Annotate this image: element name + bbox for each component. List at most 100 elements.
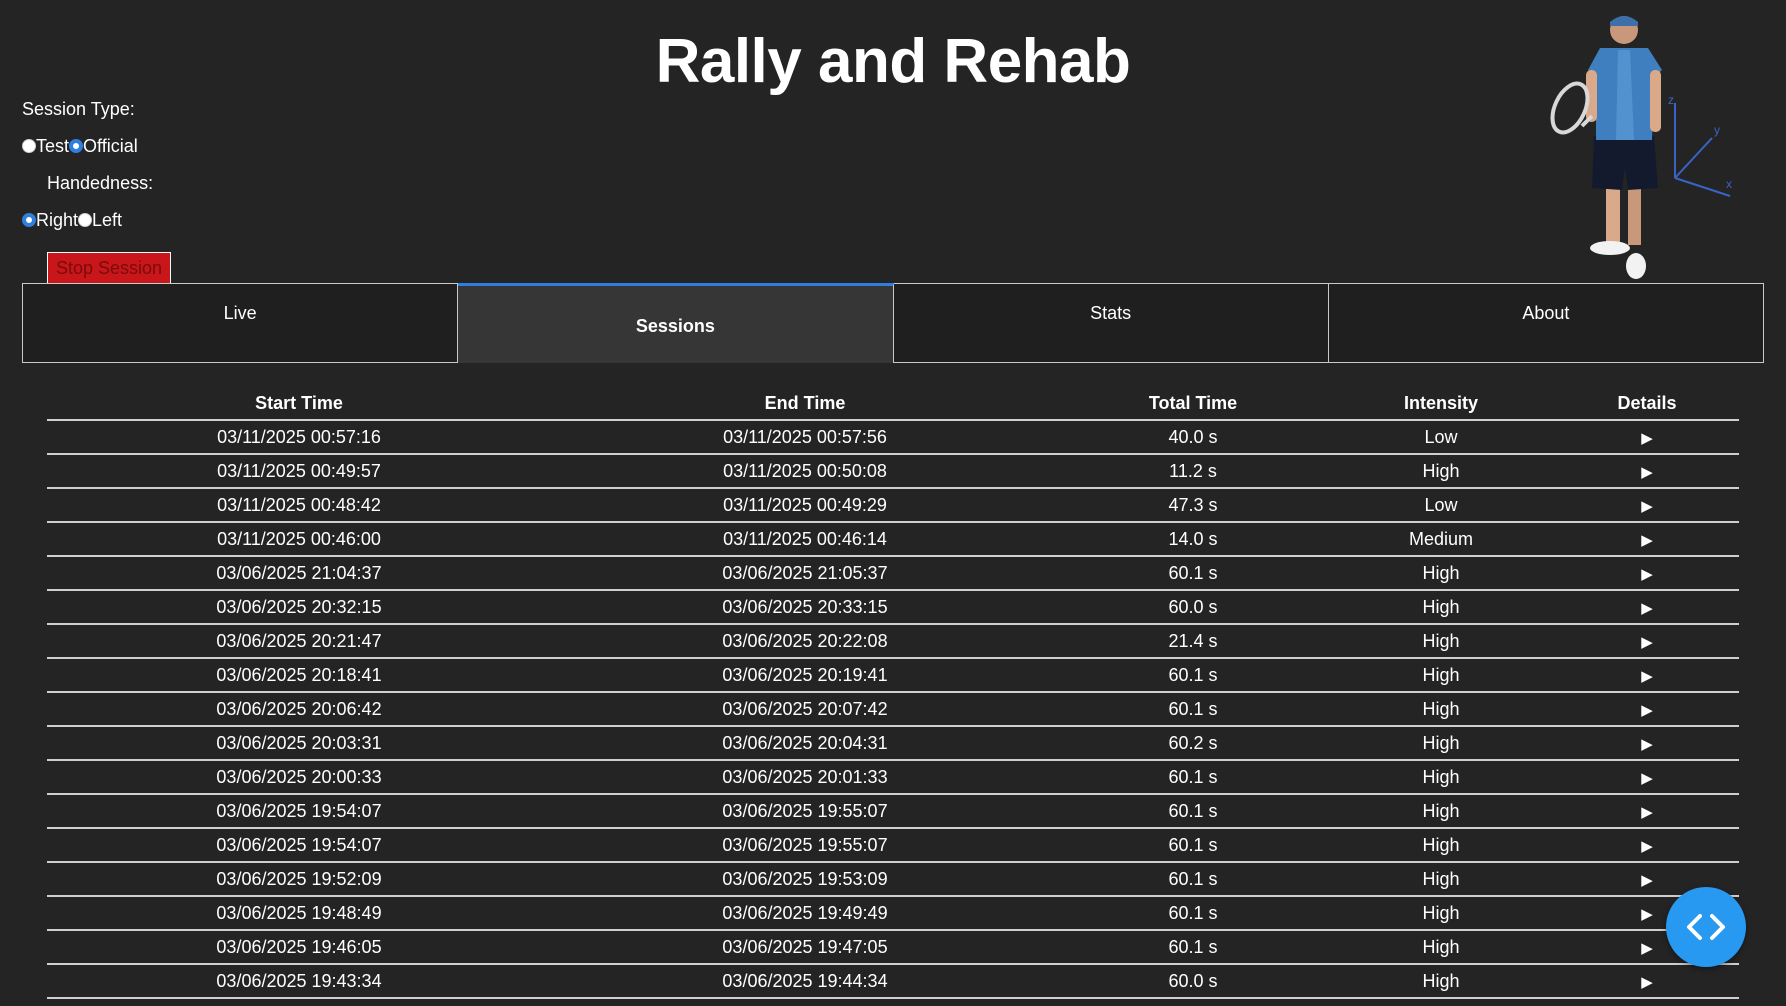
- sessions-table: Start Time End Time Total Time Intensity…: [47, 387, 1739, 999]
- handedness-label: Handedness:: [47, 173, 154, 193]
- start-time-cell: 03/06/2025 20:06:42: [47, 692, 551, 727]
- session-type-test-label[interactable]: Test: [36, 136, 69, 157]
- player-headband: [1610, 16, 1638, 26]
- details-cell: ▶: [1555, 794, 1739, 829]
- start-time-cell: 03/11/2025 00:57:16: [47, 420, 551, 455]
- expand-details-icon[interactable]: ▶: [1641, 566, 1653, 583]
- column-header-intensity: Intensity: [1327, 387, 1555, 421]
- details-cell: ▶: [1555, 488, 1739, 523]
- stop-session-button[interactable]: Stop Session: [47, 252, 172, 286]
- table-row: 03/06/2025 19:43:34 03/06/2025 19:44:34 60…: [47, 964, 1739, 999]
- total-time-cell: 60.1 s: [1059, 896, 1327, 931]
- session-type-official-label[interactable]: Official: [83, 136, 138, 157]
- end-time-cell: 03/06/2025 21:05:37: [551, 556, 1059, 591]
- start-time-cell: 03/06/2025 21:04:37: [47, 556, 551, 591]
- details-cell: ▶: [1555, 624, 1739, 659]
- details-cell: ▶: [1555, 692, 1739, 727]
- tab-live[interactable]: Live: [22, 283, 459, 363]
- expand-details-icon[interactable]: ▶: [1641, 464, 1653, 481]
- expand-details-icon[interactable]: ▶: [1641, 940, 1653, 957]
- details-cell: ▶: [1555, 590, 1739, 625]
- intensity-cell: Medium: [1327, 522, 1555, 557]
- details-cell: ▶: [1555, 964, 1739, 999]
- end-time-cell: 03/11/2025 00:50:08: [551, 454, 1059, 489]
- total-time-cell: 60.0 s: [1059, 964, 1327, 999]
- code-toggle-button[interactable]: [1666, 887, 1746, 967]
- expand-details-icon[interactable]: ▶: [1641, 974, 1653, 991]
- expand-details-icon[interactable]: ▶: [1641, 906, 1653, 923]
- table-row: 03/06/2025 21:04:37 03/06/2025 21:05:37 60…: [47, 556, 1739, 591]
- start-time-cell: 03/06/2025 20:00:33: [47, 760, 551, 795]
- intensity-cell: High: [1327, 930, 1555, 965]
- start-time-cell: 03/06/2025 20:21:47: [47, 624, 551, 659]
- tab-sessions[interactable]: Sessions: [458, 283, 894, 363]
- tab-about[interactable]: About: [1328, 283, 1764, 363]
- total-time-cell: 21.4 s: [1059, 624, 1327, 659]
- intensity-cell: Low: [1327, 488, 1555, 523]
- tab-stats[interactable]: Stats: [893, 283, 1329, 363]
- expand-details-icon[interactable]: ▶: [1641, 736, 1653, 753]
- intensity-cell: High: [1327, 896, 1555, 931]
- intensity-cell: High: [1327, 964, 1555, 999]
- expand-details-icon[interactable]: ▶: [1641, 668, 1653, 685]
- details-cell: ▶: [1555, 658, 1739, 693]
- total-time-cell: 14.0 s: [1059, 522, 1327, 557]
- session-type-test-radio[interactable]: [22, 139, 36, 153]
- column-header-details: Details: [1555, 387, 1739, 421]
- details-cell: ▶: [1555, 828, 1739, 863]
- expand-details-icon[interactable]: ▶: [1641, 600, 1653, 617]
- end-time-cell: 03/11/2025 00:46:14: [551, 522, 1059, 557]
- end-time-cell: 03/06/2025 20:04:31: [551, 726, 1059, 761]
- expand-details-icon[interactable]: ▶: [1641, 634, 1653, 651]
- sessions-table-body: 03/11/2025 00:57:16 03/11/2025 00:57:56 40…: [47, 420, 1739, 999]
- start-time-cell: 03/11/2025 00:48:42: [47, 488, 551, 523]
- code-brackets-icon: [1687, 914, 1725, 940]
- expand-details-icon[interactable]: ▶: [1641, 872, 1653, 889]
- table-header-row: Start Time End Time Total Time Intensity…: [47, 387, 1739, 421]
- end-time-cell: 03/06/2025 19:44:34: [551, 964, 1059, 999]
- total-time-cell: 47.3 s: [1059, 488, 1327, 523]
- handedness-left-label[interactable]: Left: [92, 210, 122, 231]
- intensity-cell: High: [1327, 692, 1555, 727]
- app-root: Rally and Rehab Session Type: Test Offic…: [0, 0, 1786, 1006]
- details-cell: ▶: [1555, 522, 1739, 557]
- end-time-cell: 03/06/2025 20:22:08: [551, 624, 1059, 659]
- expand-details-icon[interactable]: ▶: [1641, 430, 1653, 447]
- start-time-cell: 03/06/2025 20:03:31: [47, 726, 551, 761]
- total-time-cell: 60.0 s: [1059, 590, 1327, 625]
- handedness-right-radio[interactable]: [22, 213, 36, 227]
- axis-y-label: y: [1714, 123, 1720, 137]
- end-time-cell: 03/06/2025 19:49:49: [551, 896, 1059, 931]
- end-time-cell: 03/06/2025 20:33:15: [551, 590, 1059, 625]
- table-row: 03/11/2025 00:57:16 03/11/2025 00:57:56 40…: [47, 420, 1739, 455]
- player-right-arm: [1650, 70, 1661, 132]
- total-time-cell: 60.2 s: [1059, 726, 1327, 761]
- column-header-end-time: End Time: [551, 387, 1059, 421]
- expand-details-icon[interactable]: ▶: [1641, 838, 1653, 855]
- handedness-right-label[interactable]: Right: [36, 210, 78, 231]
- session-type-official-radio[interactable]: [69, 139, 84, 153]
- intensity-cell: High: [1327, 454, 1555, 489]
- details-cell: ▶: [1555, 454, 1739, 489]
- expand-details-icon[interactable]: ▶: [1641, 770, 1653, 787]
- expand-details-icon[interactable]: ▶: [1641, 702, 1653, 719]
- handedness-radio-group: Right Left: [22, 209, 171, 231]
- expand-details-icon[interactable]: ▶: [1641, 532, 1653, 549]
- player-shorts: [1592, 136, 1658, 190]
- end-time-cell: 03/06/2025 19:55:07: [551, 828, 1059, 863]
- total-time-cell: 60.1 s: [1059, 828, 1327, 863]
- table-row: 03/06/2025 19:54:07 03/06/2025 19:55:07 60…: [47, 794, 1739, 829]
- expand-details-icon[interactable]: ▶: [1641, 498, 1653, 515]
- handedness-left-radio[interactable]: [78, 213, 93, 227]
- start-time-cell: 03/06/2025 19:48:49: [47, 896, 551, 931]
- total-time-cell: 11.2 s: [1059, 454, 1327, 489]
- end-time-cell: 03/06/2025 19:47:05: [551, 930, 1059, 965]
- expand-details-icon[interactable]: ▶: [1641, 804, 1653, 821]
- session-type-radio-group: Test Official: [22, 135, 171, 157]
- table-row: 03/11/2025 00:49:57 03/11/2025 00:50:08 11…: [47, 454, 1739, 489]
- end-time-cell: 03/06/2025 20:07:42: [551, 692, 1059, 727]
- axis-z-label: z: [1668, 93, 1674, 107]
- axis-x-label: x: [1726, 177, 1732, 191]
- intensity-cell: High: [1327, 726, 1555, 761]
- axes-gizmo: [1674, 103, 1731, 197]
